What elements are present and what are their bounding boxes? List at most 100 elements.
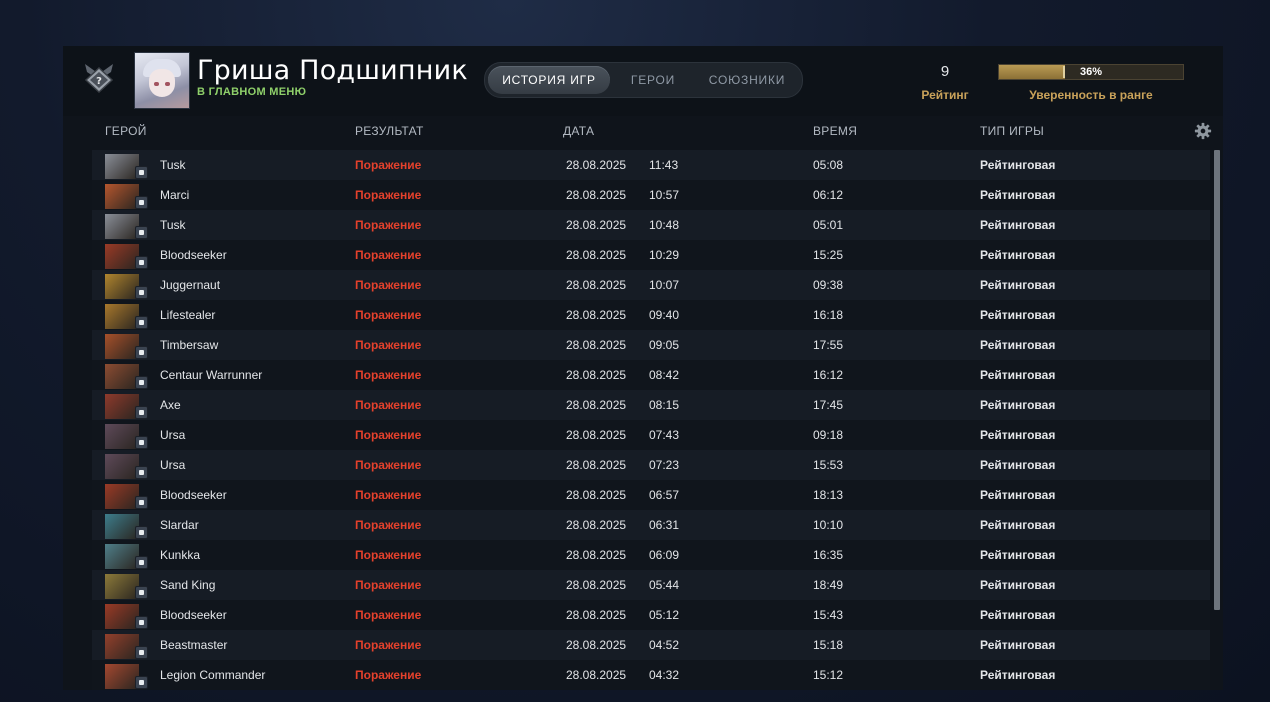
match-row[interactable]: Tusk Поражение 28.08.2025 10:48 05:01 Рейтинг… [92, 210, 1210, 240]
match-row[interactable]: Centaur Warrunner Поражение 28.08.2025 08:4… [92, 360, 1210, 390]
match-row[interactable]: Ursa Поражение 28.08.2025 07:23 15:53 Рейтинг… [92, 450, 1210, 480]
hero-role-icon [135, 556, 148, 569]
match-result: Поражение [355, 338, 422, 352]
column-header-result[interactable]: РЕЗУЛЬТАТ [355, 124, 424, 138]
match-result: Поражение [355, 638, 422, 652]
hero-portrait [105, 304, 148, 329]
match-result: Поражение [355, 398, 422, 412]
match-date: 28.08.2025 [566, 458, 627, 472]
match-time: 06:09 [649, 548, 680, 562]
match-game-type: Рейтинговая [980, 368, 1056, 382]
match-game-type: Рейтинговая [980, 608, 1056, 622]
hero-name: Legion Commander [160, 668, 266, 682]
match-row[interactable]: Lifestealer Поражение 28.08.2025 09:40 16:18… [92, 300, 1210, 330]
match-time: 08:15 [649, 398, 680, 412]
hero-role-icon [135, 196, 148, 209]
match-row[interactable]: Kunkka Поражение 28.08.2025 06:09 16:35 Рейти… [92, 540, 1210, 570]
player-avatar[interactable] [134, 52, 190, 109]
match-date: 28.08.2025 [566, 338, 627, 352]
match-row[interactable]: Axe Поражение 28.08.2025 08:15 17:45 Рейтинго… [92, 390, 1210, 420]
match-duration: 17:55 [813, 338, 844, 352]
match-duration: 15:43 [813, 608, 844, 622]
hero-role-icon [135, 646, 148, 659]
hero-portrait [105, 274, 148, 299]
match-row[interactable]: Bloodseeker Поражение 28.08.2025 10:29 15:25… [92, 240, 1210, 270]
tab-match-history[interactable]: ИСТОРИЯ ИГР [488, 66, 610, 94]
match-result: Поражение [355, 248, 422, 262]
svg-text:?: ? [96, 76, 102, 87]
match-game-type: Рейтинговая [980, 188, 1056, 202]
hero-portrait [105, 664, 148, 689]
hero-portrait [105, 184, 148, 209]
match-result: Поражение [355, 428, 422, 442]
match-duration: 17:45 [813, 398, 844, 412]
hero-portrait [105, 514, 148, 539]
match-time: 10:29 [649, 248, 680, 262]
rank-medal-unknown-icon[interactable]: ? [81, 60, 117, 96]
hero-portrait [105, 214, 148, 239]
hero-portrait [105, 394, 148, 419]
hero-name: Lifestealer [160, 308, 216, 322]
match-row[interactable]: Sand King Поражение 28.08.2025 05:44 18:49 Ре… [92, 570, 1210, 600]
match-row[interactable]: Tusk Поражение 28.08.2025 11:43 05:08 Рейтинг… [92, 150, 1210, 180]
hero-portrait [105, 484, 148, 509]
match-date: 28.08.2025 [566, 518, 627, 532]
hero-name: Tusk [160, 218, 186, 232]
match-game-type: Рейтинговая [980, 638, 1056, 652]
rank-confidence-text: 36% [1079, 66, 1103, 78]
rating-label: Рейтинг [921, 88, 969, 102]
match-game-type: Рейтинговая [980, 338, 1056, 352]
settings-gear-icon[interactable] [1194, 122, 1212, 140]
match-duration: 05:01 [813, 218, 844, 232]
match-result: Поражение [355, 218, 422, 232]
hero-role-icon [135, 586, 148, 599]
match-game-type: Рейтинговая [980, 518, 1056, 532]
hero-portrait [105, 424, 148, 449]
hero-role-icon [135, 466, 148, 479]
match-game-type: Рейтинговая [980, 278, 1056, 292]
tab-heroes[interactable]: ГЕРОИ [613, 66, 693, 94]
match-row[interactable]: Bloodseeker Поражение 28.08.2025 06:57 18:13… [92, 480, 1210, 510]
match-time: 06:31 [649, 518, 680, 532]
match-time: 04:32 [649, 668, 680, 682]
hero-name: Ursa [160, 458, 186, 472]
match-list-scrollbar[interactable] [1214, 150, 1220, 610]
hero-portrait [105, 604, 148, 629]
match-result: Поражение [355, 458, 422, 472]
hero-name: Bloodseeker [160, 608, 227, 622]
match-duration: 15:25 [813, 248, 844, 262]
match-row[interactable]: Ursa Поражение 28.08.2025 07:43 09:18 Рейтинг… [92, 420, 1210, 450]
match-date: 28.08.2025 [566, 188, 627, 202]
column-header-game-type[interactable]: ТИП ИГРЫ [980, 124, 1044, 138]
match-date: 28.08.2025 [566, 548, 627, 562]
match-row[interactable]: Legion Commander Поражение 28.08.2025 04:32… [92, 660, 1210, 690]
match-time: 04:52 [649, 638, 680, 652]
hero-portrait [105, 154, 148, 179]
hero-portrait [105, 574, 148, 599]
match-row[interactable]: Timbersaw Поражение 28.08.2025 09:05 17:55 Ре… [92, 330, 1210, 360]
column-header-hero[interactable]: ГЕРОЙ [105, 124, 147, 138]
player-name: Гриша Подшипник [197, 55, 468, 86]
hero-name: Bloodseeker [160, 488, 227, 502]
column-header-duration[interactable]: ВРЕМЯ [813, 124, 857, 138]
tab-allies[interactable]: СОЮЗНИКИ [695, 66, 799, 94]
match-duration: 18:13 [813, 488, 844, 502]
match-result: Поражение [355, 488, 422, 502]
match-duration: 15:53 [813, 458, 844, 472]
match-row[interactable]: Marci Поражение 28.08.2025 10:57 06:12 Рейтин… [92, 180, 1210, 210]
hero-role-icon [135, 436, 148, 449]
match-date: 28.08.2025 [566, 248, 627, 262]
match-time: 07:43 [649, 428, 680, 442]
match-duration: 18:49 [813, 578, 844, 592]
match-time: 05:44 [649, 578, 680, 592]
match-row[interactable]: Bloodseeker Поражение 28.08.2025 05:12 15:43… [92, 600, 1210, 630]
match-duration: 05:08 [813, 158, 844, 172]
column-header-date[interactable]: ДАТА [563, 124, 594, 138]
match-row[interactable]: Juggernaut Поражение 28.08.2025 10:07 09:38 Р… [92, 270, 1210, 300]
match-duration: 06:12 [813, 188, 844, 202]
match-row[interactable]: Slardar Поражение 28.08.2025 06:31 10:10 Рейт… [92, 510, 1210, 540]
hero-name: Juggernaut [160, 278, 221, 292]
match-row[interactable]: Beastmaster Поражение 28.08.2025 04:52 15:18… [92, 630, 1210, 660]
hero-name: Timbersaw [160, 338, 219, 352]
match-list[interactable]: Tusk Поражение 28.08.2025 11:43 05:08 Рейтинг… [92, 150, 1210, 690]
